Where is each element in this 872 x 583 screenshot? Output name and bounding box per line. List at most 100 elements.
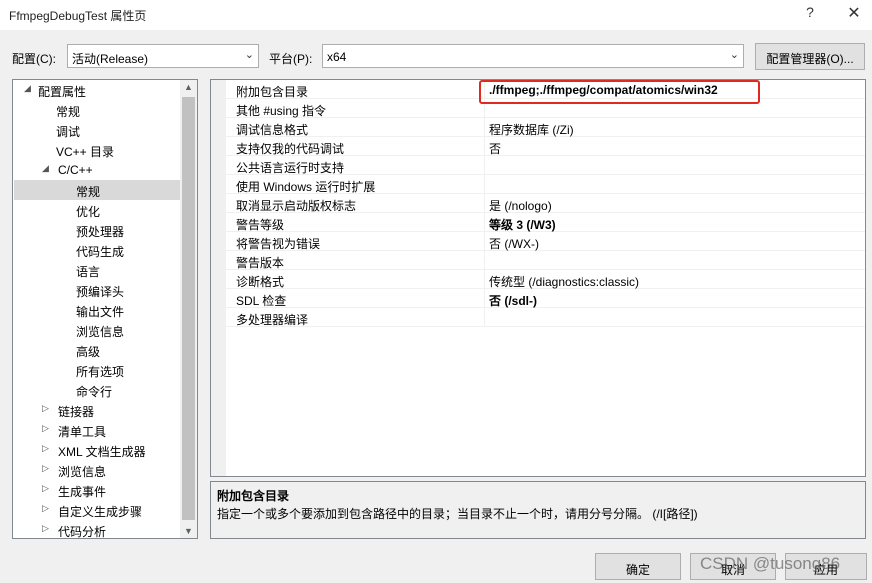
config-value: 活动(Release) bbox=[72, 52, 149, 66]
tree-item[interactable]: 命令行 bbox=[14, 380, 180, 400]
config-dropdown[interactable]: 活动(Release) ⌄ bbox=[67, 44, 259, 68]
property-value[interactable]: 等级 3 (/W3) bbox=[489, 216, 556, 233]
tree-item[interactable]: ▷ 代码分析 bbox=[14, 520, 180, 538]
property-row[interactable]: 多处理器编译 bbox=[226, 308, 865, 327]
property-value[interactable]: 否 bbox=[489, 140, 501, 157]
property-value[interactable]: 是 (/nologo) bbox=[489, 197, 552, 214]
scroll-down-icon[interactable]: ▼ bbox=[184, 526, 193, 536]
tree-item[interactable]: 调试 bbox=[14, 120, 180, 140]
tree-item[interactable]: 浏览信息 bbox=[14, 320, 180, 340]
tree-item-label: VC++ 目录 bbox=[56, 145, 115, 159]
property-row[interactable]: 警告版本 bbox=[226, 251, 865, 270]
tree-item[interactable]: 代码生成 bbox=[14, 240, 180, 260]
config-label: 配置(C): bbox=[12, 52, 56, 66]
property-name: 多处理器编译 bbox=[236, 313, 309, 327]
tree-item[interactable]: 输出文件 bbox=[14, 300, 180, 320]
help-button[interactable]: ? bbox=[800, 4, 820, 26]
ok-button[interactable]: 确定 bbox=[595, 553, 681, 580]
tree-item[interactable]: ◢ C/C++ bbox=[14, 160, 180, 180]
tree-item-label: 自定义生成步骤 bbox=[58, 505, 143, 519]
tree-item-label: 清单工具 bbox=[58, 425, 107, 439]
column-divider bbox=[484, 118, 485, 137]
close-button[interactable]: ✕ bbox=[840, 3, 868, 27]
tree-item-label: 生成事件 bbox=[58, 485, 107, 499]
tree-item-label: 链接器 bbox=[58, 405, 95, 419]
property-name: 调试信息格式 bbox=[236, 123, 309, 137]
tree-item[interactable]: ▷ 清单工具 bbox=[14, 420, 180, 440]
tree-item-label: 预处理器 bbox=[76, 225, 125, 239]
tree-item-label: 预编译头 bbox=[76, 285, 125, 299]
tree-scrollbar[interactable]: ▲ ▼ bbox=[180, 80, 197, 538]
tree-item[interactable]: ▷ 浏览信息 bbox=[14, 460, 180, 480]
tree-item-label: 代码生成 bbox=[76, 245, 125, 259]
tree-item[interactable]: ▷ 生成事件 bbox=[14, 480, 180, 500]
expand-arrow-icon[interactable]: ▷ bbox=[42, 503, 49, 514]
description-text: 指定一个或多个要添加到包含路径中的目录；当目录不止一个时，请用分号分隔。 (/I… bbox=[217, 507, 698, 521]
property-row[interactable]: 将警告视为错误 否 (/WX-) bbox=[226, 232, 865, 251]
tree-item[interactable]: 语言 bbox=[14, 260, 180, 280]
tree-item[interactable]: 所有选项 bbox=[14, 360, 180, 380]
property-row[interactable]: 使用 Windows 运行时扩展 bbox=[226, 175, 865, 194]
property-name: 公共语言运行时支持 bbox=[236, 161, 345, 175]
description-title: 附加包含目录 bbox=[217, 489, 290, 503]
property-row[interactable]: 诊断格式 传统型 (/diagnostics:classic) bbox=[226, 270, 865, 289]
column-divider bbox=[484, 137, 485, 156]
tree-item[interactable]: 预处理器 bbox=[14, 220, 180, 240]
column-divider bbox=[484, 213, 485, 232]
property-row[interactable]: 公共语言运行时支持 bbox=[226, 156, 865, 175]
property-name: 取消显示启动版权标志 bbox=[236, 199, 357, 213]
tree-item-label: XML 文档生成器 bbox=[58, 445, 146, 459]
expand-arrow-icon[interactable]: ▷ bbox=[42, 403, 49, 414]
property-row[interactable]: 警告等级 等级 3 (/W3) bbox=[226, 213, 865, 232]
property-name: 其他 #using 指令 bbox=[236, 104, 327, 118]
property-grid[interactable]: 附加包含目录 ./ffmpeg;./ffmpeg/compat/atomics/w… bbox=[210, 79, 866, 477]
column-divider bbox=[484, 175, 485, 194]
expand-arrow-icon[interactable]: ▷ bbox=[42, 483, 49, 494]
property-row[interactable]: 支持仅我的代码调试 否 bbox=[226, 137, 865, 156]
column-divider bbox=[484, 270, 485, 289]
property-value[interactable]: 传统型 (/diagnostics:classic) bbox=[489, 273, 639, 290]
tree-item[interactable]: ▷ 自定义生成步骤 bbox=[14, 500, 180, 520]
chevron-down-icon: ⌄ bbox=[244, 49, 254, 61]
tree-item[interactable]: ▷ 链接器 bbox=[14, 400, 180, 420]
tree-item[interactable]: 常规 bbox=[14, 100, 180, 120]
tree-item-label: 语言 bbox=[76, 265, 101, 279]
tree-item[interactable]: 高级 bbox=[14, 340, 180, 360]
collapse-arrow-icon[interactable]: ◢ bbox=[24, 83, 31, 94]
tree-item-label: 优化 bbox=[76, 205, 101, 219]
column-divider bbox=[484, 251, 485, 270]
tree-item[interactable]: ▷ XML 文档生成器 bbox=[14, 440, 180, 460]
tree-item-label: C/C++ bbox=[58, 163, 93, 177]
platform-dropdown[interactable]: x64 ⌄ bbox=[322, 44, 744, 68]
grid-gutter bbox=[211, 80, 226, 476]
tree-item[interactable]: 预编译头 bbox=[14, 280, 180, 300]
property-name: 将警告视为错误 bbox=[236, 237, 321, 251]
scroll-up-icon[interactable]: ▲ bbox=[184, 82, 193, 92]
property-name: 警告等级 bbox=[236, 218, 285, 232]
expand-arrow-icon[interactable]: ▷ bbox=[42, 423, 49, 434]
property-value[interactable]: 否 (/WX-) bbox=[489, 235, 539, 252]
property-row[interactable]: 取消显示启动版权标志 是 (/nologo) bbox=[226, 194, 865, 213]
column-divider bbox=[484, 308, 485, 327]
window-title: FfmpegDebugTest 属性页 bbox=[9, 9, 147, 23]
property-value[interactable]: 否 (/sdl-) bbox=[489, 292, 537, 309]
collapse-arrow-icon[interactable]: ◢ bbox=[42, 163, 49, 174]
property-tree[interactable]: ◢ 配置属性 常规 调试 VC++ 目录 ◢ C/C++ 常规 优化 预处理器 代码生成 语言 预编译头… bbox=[12, 79, 198, 539]
expand-arrow-icon[interactable]: ▷ bbox=[42, 523, 49, 534]
tree-item-label: 配置属性 bbox=[38, 85, 87, 99]
property-value[interactable]: 程序数据库 (/Zi) bbox=[489, 121, 574, 138]
platform-label: 平台(P): bbox=[269, 52, 313, 66]
property-row[interactable]: SDL 检查 否 (/sdl-) bbox=[226, 289, 865, 308]
tree-item-label: 浏览信息 bbox=[58, 465, 107, 479]
expand-arrow-icon[interactable]: ▷ bbox=[42, 463, 49, 474]
tree-item-label: 所有选项 bbox=[76, 365, 125, 379]
tree-item[interactable]: 常规 bbox=[14, 180, 180, 200]
expand-arrow-icon[interactable]: ▷ bbox=[42, 443, 49, 454]
scroll-thumb[interactable] bbox=[182, 97, 195, 520]
tree-item-label: 命令行 bbox=[76, 385, 113, 399]
tree-item[interactable]: ◢ 配置属性 bbox=[14, 80, 180, 100]
config-manager-button[interactable]: 配置管理器(O)... bbox=[755, 43, 865, 70]
tree-item[interactable]: 优化 bbox=[14, 200, 180, 220]
property-row[interactable]: 调试信息格式 程序数据库 (/Zi) bbox=[226, 118, 865, 137]
tree-item[interactable]: VC++ 目录 bbox=[14, 140, 180, 160]
